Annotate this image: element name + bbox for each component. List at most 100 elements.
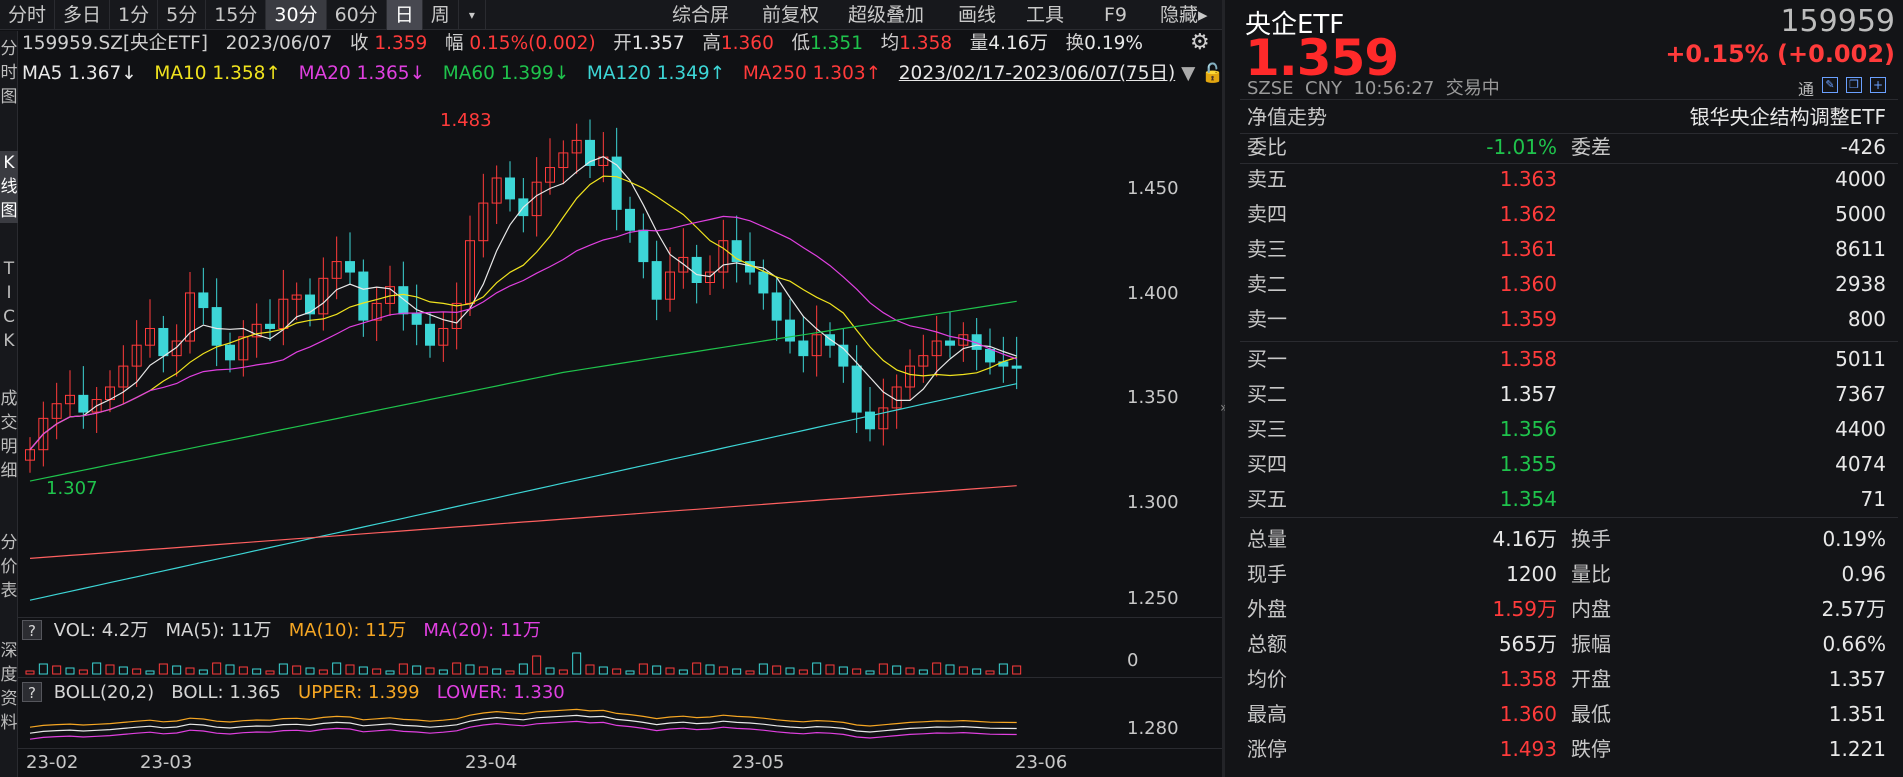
side-tab-tick[interactable]: T I C K (0, 257, 18, 353)
ask-row[interactable]: 卖五 1.363 4000 (1245, 162, 1888, 196)
f9-button[interactable]: F9 (1104, 0, 1127, 30)
boll-mid-line (29, 714, 1017, 734)
volume-bar (305, 667, 315, 675)
copy-icon[interactable]: ❐ (1846, 77, 1862, 93)
help-icon[interactable]: ? (22, 620, 42, 640)
tab-15min[interactable]: 15分 (206, 0, 267, 30)
bid-row[interactable]: 买一 1.358 5011 (1245, 342, 1888, 376)
tab-week[interactable]: 周 (423, 0, 459, 30)
ma10-legend: MA10 1.358↑ (154, 63, 281, 84)
view-sidebar: 分 时 图 K 线 图 T I C K 成 交 明 细 分 价 表 深 度 资 … (0, 31, 18, 777)
volume-bar (118, 666, 128, 675)
settings-gear-icon[interactable]: ⚙ (1190, 30, 1210, 55)
stat-label: 内盘 (1571, 597, 1611, 621)
stat-label: 均价 (1247, 667, 1287, 691)
ma250-legend: MA250 1.303↑ (742, 63, 882, 84)
price-change: +0.15% (+0.002) (1665, 40, 1895, 68)
edit-icon[interactable]: ✎ (1822, 77, 1838, 93)
turn-value: 0.19% (1084, 33, 1143, 54)
side-tab-fenshi[interactable]: 分 时 图 (0, 37, 18, 109)
volume-bar (452, 662, 462, 675)
candle-body (265, 323, 275, 329)
candle-body (198, 292, 209, 309)
tong-label: 通 (1798, 80, 1815, 99)
volume-bar (225, 664, 235, 675)
date-range-selector[interactable]: 2023/02/17-2023/06/07(75日) (899, 63, 1175, 84)
ask-label: 卖一 (1247, 307, 1287, 331)
ask-row[interactable]: 卖二 1.360 2938 (1245, 267, 1888, 301)
volume-bar (358, 666, 368, 675)
volume-bar (638, 663, 648, 675)
ask-volume: 5000 (1835, 202, 1886, 226)
tab-5min[interactable]: 5分 (158, 0, 207, 30)
close-value: 1.359 (374, 33, 428, 54)
fund-full-name: 银华央企结构调整ETF (1689, 105, 1886, 129)
weibi-row: 委比 -1.01% 委差 -426 (1245, 130, 1888, 164)
draw-line-button[interactable]: 画线 (958, 0, 996, 30)
boll-legend: ? BOLL(20,2) BOLL: 1.365 UPPER: 1.399 LO… (22, 680, 565, 706)
bid-row[interactable]: 买三 1.356 4400 (1245, 412, 1888, 446)
super-overlay-button[interactable]: 超级叠加 (848, 0, 924, 30)
bid-row[interactable]: 买二 1.357 7367 (1245, 377, 1888, 411)
volume-bar (345, 664, 355, 675)
ask-row[interactable]: 卖四 1.362 5000 (1245, 197, 1888, 231)
volume-bar (132, 668, 142, 675)
stat-label: 振幅 (1571, 632, 1611, 656)
nav-trend-link[interactable]: 净值走势 (1247, 100, 1327, 134)
side-tab-price-table[interactable]: 分 价 表 (0, 531, 18, 603)
bid-row[interactable]: 买四 1.355 4074 (1245, 447, 1888, 481)
composite-screen-button[interactable]: 综合屏 (672, 0, 729, 30)
stat-label: 最低 (1571, 702, 1611, 726)
help-icon[interactable]: ? (22, 682, 42, 702)
market-status: SZSE CNY 10:56:27 交易中 (1247, 78, 1500, 99)
volume-bar (878, 663, 888, 675)
candle-body (211, 307, 222, 346)
forward-adjust-button[interactable]: 前复权 (762, 0, 819, 30)
ask-price: 1.362 (1499, 202, 1557, 226)
high-value: 1.360 (720, 33, 774, 54)
quote-info-line: 159959.SZ[央企ETF] 2023/06/07 收 1.359 幅 0.… (22, 30, 1143, 58)
vol-axis-zero: 0 (1127, 650, 1139, 671)
ask-label: 卖二 (1247, 272, 1287, 296)
tab-multiday[interactable]: 多日 (55, 0, 111, 30)
ask-row[interactable]: 卖三 1.361 8611 (1245, 232, 1888, 266)
period-dropdown-icon[interactable]: ▾ (459, 0, 486, 30)
fund-code: 159959 (1780, 4, 1895, 39)
volume-chart[interactable] (18, 646, 1118, 676)
add-icon[interactable]: + (1870, 77, 1886, 93)
tools-button[interactable]: 工具 (1026, 0, 1064, 30)
turn-label: 换 (1065, 33, 1085, 54)
tab-30min[interactable]: 30分 (266, 0, 327, 30)
bid-price: 1.357 (1499, 382, 1557, 406)
lock-icon[interactable]: 🔓 (1201, 63, 1224, 84)
candle-body (771, 292, 782, 321)
boll-lower: LOWER: 1.330 (436, 682, 565, 703)
high-label: 高 (702, 33, 721, 54)
hide-button[interactable]: 隐藏▸ (1160, 0, 1208, 30)
vol-value: 4.16万 (988, 33, 1048, 54)
tab-fenshi[interactable]: 分时 (0, 0, 56, 30)
amp-label: 幅 (444, 33, 464, 54)
boll-chart[interactable] (18, 708, 1118, 748)
volume-bar (238, 666, 248, 675)
tab-60min[interactable]: 60分 (327, 0, 387, 30)
range-dropdown-icon[interactable]: ▼ (1181, 63, 1195, 84)
stat-row: 最高 1.360 最低 1.351 (1245, 697, 1888, 731)
volume-bar (212, 662, 222, 675)
bid-row[interactable]: 买五 1.354 71 (1245, 482, 1888, 516)
side-tab-kline[interactable]: K 线 图 (0, 151, 18, 223)
candlestick-chart[interactable] (18, 88, 1118, 618)
volume-bar (705, 664, 715, 675)
volume-bar (545, 667, 555, 675)
stat-label: 现手 (1247, 562, 1287, 586)
tab-day[interactable]: 日 (386, 0, 423, 30)
ask-label: 卖四 (1247, 202, 1287, 226)
ask-row[interactable]: 卖一 1.359 800 (1245, 302, 1888, 336)
side-tab-depth[interactable]: 深 度 资 料 (0, 639, 18, 735)
tab-1min[interactable]: 1分 (110, 0, 159, 30)
volume-bar (892, 665, 902, 675)
bid-label: 买四 (1247, 452, 1287, 476)
side-tab-trades[interactable]: 成 交 明 细 (0, 387, 18, 483)
stat-value: 565万 (1498, 632, 1557, 656)
y-tick-1450: 1.450 (1127, 178, 1179, 199)
